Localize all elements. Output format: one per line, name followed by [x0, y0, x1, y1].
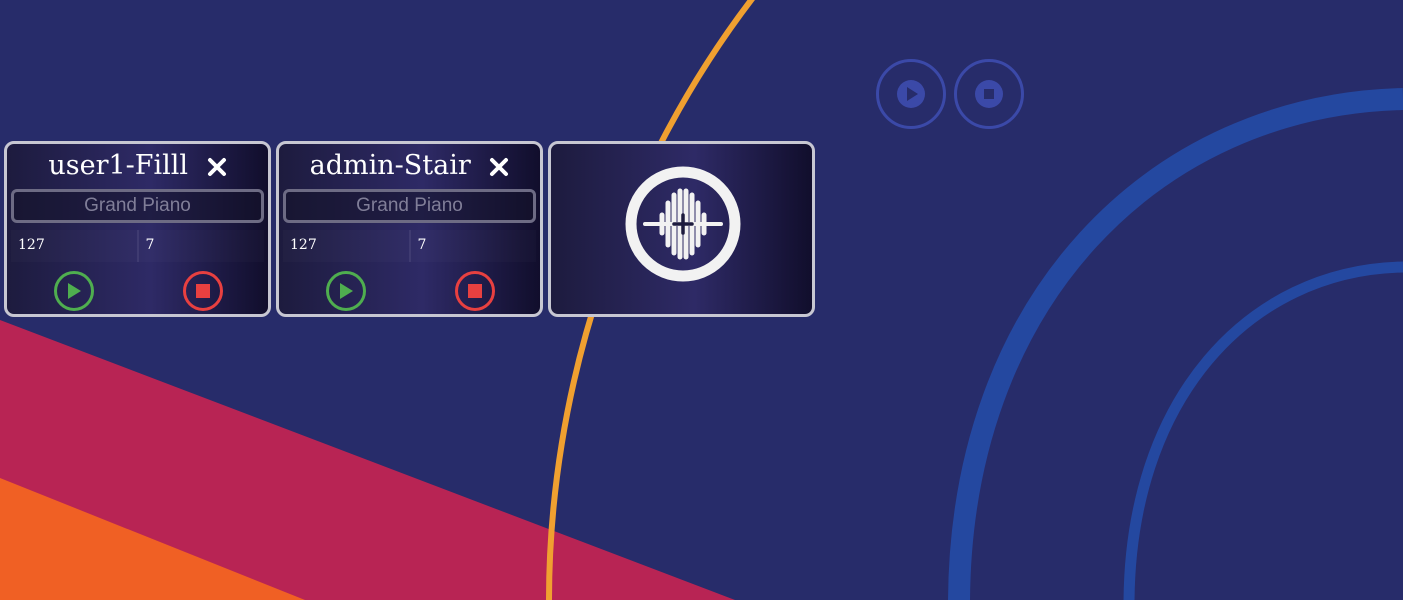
play-button[interactable]: [54, 271, 94, 311]
add-track-card[interactable]: [548, 141, 815, 317]
play-icon: [340, 283, 353, 299]
track-title-row: user1-Filll: [7, 150, 268, 181]
blue-arc-outer: [948, 88, 1403, 600]
stop-icon: [196, 284, 210, 298]
play-button[interactable]: [326, 271, 366, 311]
stop-icon: [468, 284, 482, 298]
add-waveform-icon: [625, 166, 741, 282]
instrument-select[interactable]: Grand Piano: [283, 189, 536, 223]
track-title: user1-Filll: [48, 150, 189, 181]
play-icon: [68, 283, 81, 299]
track-params: 127 7: [11, 230, 264, 262]
stop-circle-icon: [975, 80, 1003, 108]
stop-button[interactable]: [455, 271, 495, 311]
velocity-value[interactable]: 127: [11, 230, 139, 262]
close-icon[interactable]: [207, 157, 227, 177]
channel-value[interactable]: 7: [411, 230, 537, 262]
global-controls: [876, 59, 1024, 129]
close-icon[interactable]: [489, 157, 509, 177]
track-card: user1-Filll Grand Piano 127 7: [4, 141, 271, 317]
track-params: 127 7: [283, 230, 536, 262]
play-circle-icon: [897, 80, 925, 108]
global-play-button[interactable]: [876, 59, 946, 129]
track-title-row: admin-Stair: [279, 150, 540, 181]
track-card: admin-Stair Grand Piano 127 7: [276, 141, 543, 317]
velocity-value[interactable]: 127: [283, 230, 411, 262]
channel-value[interactable]: 7: [139, 230, 265, 262]
blue-arc-inner: [1123, 261, 1403, 600]
global-stop-button[interactable]: [954, 59, 1024, 129]
stop-button[interactable]: [183, 271, 223, 311]
instrument-select[interactable]: Grand Piano: [11, 189, 264, 223]
track-title: admin-Stair: [309, 150, 471, 181]
